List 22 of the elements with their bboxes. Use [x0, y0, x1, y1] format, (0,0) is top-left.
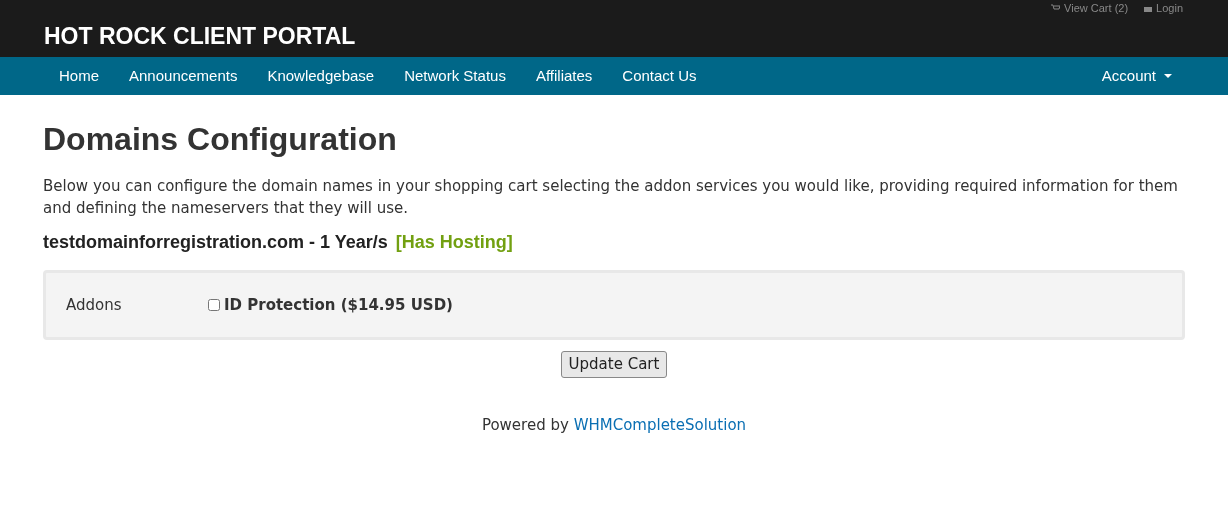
page-heading: Domains Configuration [43, 120, 398, 159]
nav-link[interactable]: Announcements [114, 64, 253, 88]
addons-label: Addons [65, 294, 123, 316]
footer-link[interactable]: WHMCompleteSolution [573, 415, 747, 434]
nav-link[interactable]: Contact Us [607, 64, 712, 88]
addon-label: ID Protection ($14.95 USD) [224, 294, 453, 316]
account-menu[interactable]: Account [1089, 64, 1184, 88]
cart-icon [1051, 4, 1061, 13]
update-cart-button[interactable]: Update Cart [560, 351, 668, 378]
addon-checkbox[interactable] [208, 299, 220, 311]
caret-icon [1164, 74, 1172, 78]
nav-link[interactable]: Network Status [389, 64, 521, 88]
login-link[interactable]: Login [1144, 0, 1183, 17]
hosting-tag: [Has Hosting] [395, 229, 513, 256]
cart-link[interactable]: View Cart (2) [1051, 0, 1129, 17]
brand-title[interactable]: HOT ROCK CLIENT PORTAL [44, 19, 356, 54]
domain-title: testdomainforregistration.com - 1 Year/s [43, 231, 388, 254]
nav-link[interactable]: Affiliates [520, 64, 608, 88]
footer-text: Powered by [481, 415, 569, 434]
nav-link[interactable]: Knowledgebase [252, 64, 390, 88]
nav-link[interactable]: Home [44, 64, 114, 88]
intro-text: Below you can configure the domain names in your shopping cart selecting the addon services you would like, providing required information for them and defining the nameservers that they will use. [43, 176, 1179, 219]
